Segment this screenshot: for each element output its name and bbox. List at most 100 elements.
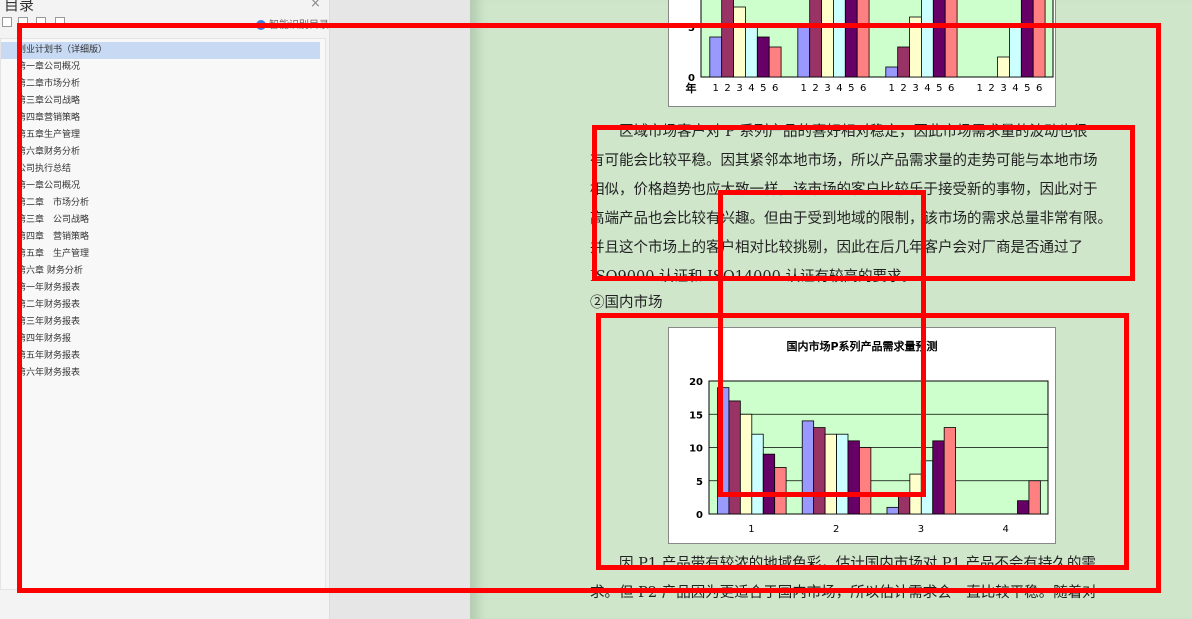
sidebar-title: 目录 [4,0,35,14]
bar [909,473,922,515]
text-line: 区域市场客户对 P 系列产品的喜好相对稳定，因此市场需求量的波动也很 [590,124,1088,140]
bar [836,433,849,515]
text-line: 有可能会比较平稳。因其紧邻本地市场，所以产品需求量的走势可能与本地市场 [590,153,1098,169]
x-tick-label: 2 [833,524,839,535]
text-line: 高端产品也会比较有兴趣。但由于受到地域的限制，该市场的需求总量非常有限。 [590,211,1112,227]
toc-item[interactable]: 第三章 公司战略 [1,212,325,229]
toc-item[interactable]: 第一年财务报表 [1,280,325,297]
bar [847,440,860,515]
bar [833,0,846,78]
x-sub-label: 3 [824,83,830,94]
x-sub-label: 6 [860,83,866,94]
toc-item[interactable]: 第五章生产管理 [1,127,325,144]
toc-item[interactable]: 第三年财务报表 [1,314,325,331]
x-sub-label: 5 [936,83,942,94]
x-sub-label: 2 [812,83,818,94]
x-tick-label: 4 [1002,524,1008,535]
toc-item[interactable]: 第五章 生产管理 [1,246,325,263]
text-line: 因 P1 产品带有较浓的地域色彩，估计国内市场对 P1 产品不会有持久的需 [590,556,1096,572]
bar [801,420,815,515]
x-sub-label: 1 [889,83,895,94]
x-sub-label: 3 [736,83,742,94]
toc-item[interactable]: 第四章 营销策略 [1,229,325,246]
toc-item[interactable]: 第四章营销策略 [1,110,325,127]
bar [739,413,753,515]
expand-icon[interactable] [18,17,28,27]
toc-item[interactable]: 第二年财务报表 [1,297,325,314]
toc-item[interactable]: 第四年财务报 [1,331,325,348]
x-sub-label: 5 [848,83,854,94]
bar [932,440,945,515]
x-sub-label: 1 [977,83,983,94]
x-sub-label: 4 [1012,83,1018,94]
bar [728,400,741,515]
bar [997,56,1010,78]
bar [762,453,776,515]
section-heading: ②国内市场 [590,295,663,311]
bar [844,0,858,78]
bar [1020,0,1034,78]
x-sub-label: 4 [836,83,842,94]
toc-item[interactable]: 第六年财务报表 [1,365,325,382]
toc-sidebar: 目录 × 智能识别目录 创业计划书（详细版） 第一章公司概况 第二章市场分析 第三章公… [0,0,330,619]
toc-item[interactable]: 第五年财务报表 [1,348,325,365]
y-tick-label: 15 [689,410,703,421]
toc-item[interactable]: 第六章 财务分析 [1,263,325,280]
add-bookmark-icon[interactable] [36,17,46,27]
toc-item[interactable]: 第三章公司战略 [1,93,325,110]
x-tick-label: 1 [748,524,754,535]
x-tick-label: 3 [918,524,924,535]
text-line: 求。但 P2 产品因为更适合于国内市场，所以估计需求会一直比较平稳。随着对 [590,585,1097,601]
bar [745,26,758,78]
bar [856,0,870,78]
bar [943,427,957,515]
x-sub-label: 3 [912,83,918,94]
bar [733,6,746,78]
chart-domestic-demand: 0 5 10 15 20 1 2 3 4 国内市场P系列产品需求量预测 [668,327,1056,544]
bar [932,0,946,78]
toc-item[interactable]: 第二章 市场分析 [1,195,325,212]
bar [824,433,837,515]
x-sub-label: 5 [760,83,766,94]
y-tick-label: 5 [688,23,695,34]
x-sub-label: 4 [748,83,754,94]
y-tick-label: 5 [696,477,703,488]
toc-item[interactable]: 第一章公司概况 [1,178,325,195]
text-line: 相似，价格趋势也应大致一样，该市场的客户比较乐于接受新的事物，因此对于 [590,182,1098,198]
toc-item[interactable]: 公司执行总结 [1,161,325,178]
collapse-icon[interactable] [2,17,12,27]
x-sub-label: 2 [988,83,994,94]
bar [774,467,787,515]
chart-top: 0510123456123456123456123456年 [668,0,1056,107]
smart-toc-button[interactable]: 智能识别目录 [256,16,329,31]
toc-item[interactable]: 第二章市场分析 [1,76,325,93]
close-icon[interactable]: × [310,0,321,11]
x-sub-label: 4 [924,83,930,94]
toc-item[interactable]: 第六章财务分析 [1,144,325,161]
text-line: ISO9000 认证和 ISO14000 认证有较高的要求。 [590,269,916,285]
bar [717,387,730,515]
x-sub-label: 2 [900,83,906,94]
toc-list: 创业计划书（详细版） 第一章公司概况 第二章市场分析 第三章公司战略 第四章营销策略 第五… [0,38,326,590]
bar [1028,480,1041,515]
bar [898,493,911,515]
delete-icon[interactable] [55,17,65,27]
y-tick-label: 10 [689,444,703,455]
x-axis-label: 年 [686,81,697,95]
bar [859,447,872,515]
bar [944,0,958,78]
x-sub-label: 6 [1036,83,1042,94]
y-tick-label: 0 [696,510,703,521]
toc-item[interactable]: 创业计划书（详细版） [1,42,320,59]
text-line: 并且这个市场上的客户相对比较挑剔，因此在后几年客户会对厂商是否通过了 [590,240,1083,256]
bar [920,460,934,515]
x-sub-label: 1 [801,83,807,94]
bar [821,0,834,78]
bar [885,66,899,78]
x-sub-label: 2 [724,83,730,94]
x-sub-label: 6 [772,83,778,94]
x-sub-label: 6 [948,83,954,94]
bar [921,0,934,78]
bar [813,427,826,515]
toc-item[interactable]: 第一章公司概况 [1,59,325,76]
